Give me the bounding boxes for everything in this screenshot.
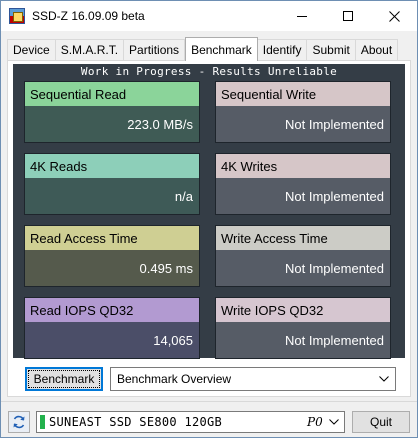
read-access-time-card: Read Access Time 0.495 ms <box>24 225 200 287</box>
card-title: Write IOPS QD32 <box>216 298 390 322</box>
card-value: Not Implemented <box>216 178 390 214</box>
benchmark-results-panel: Work in Progress - Results Unreliable Se… <box>13 64 405 359</box>
tab-partitions[interactable]: Partitions <box>124 39 186 60</box>
card-value: n/a <box>25 178 199 214</box>
card-value: Not Implemented <box>216 322 390 358</box>
card-title: Read IOPS QD32 <box>25 298 199 322</box>
tab-identify[interactable]: Identify <box>257 39 308 60</box>
card-value: 0.495 ms <box>25 250 199 286</box>
sequential-write-card: Sequential Write Not Implemented <box>215 81 391 143</box>
4k-writes-card: 4K Writes Not Implemented <box>215 153 391 215</box>
refresh-button[interactable] <box>8 411 30 433</box>
maximize-button[interactable] <box>325 1 371 31</box>
tab-benchmark[interactable]: Benchmark <box>185 37 258 61</box>
card-title: 4K Reads <box>25 154 199 178</box>
chevron-down-icon <box>327 415 341 429</box>
drive-name: SUNEAST SSD SE800 120GB <box>49 415 223 429</box>
tab-smart[interactable]: S.M.A.R.T. <box>55 39 125 60</box>
read-iops-card: Read IOPS QD32 14,065 <box>24 297 200 359</box>
card-title: Write Access Time <box>216 226 390 250</box>
card-title: Sequential Write <box>216 82 390 106</box>
benchmark-mode-select[interactable]: Benchmark Overview <box>110 367 396 391</box>
card-title: 4K Writes <box>216 154 390 178</box>
card-value: Not Implemented <box>216 250 390 286</box>
unreliable-results-banner: Work in Progress - Results Unreliable <box>80 65 338 78</box>
tab-submit[interactable]: Submit <box>307 39 356 60</box>
run-benchmark-label: Benchmark <box>27 370 101 388</box>
refresh-icon <box>13 415 25 429</box>
sequential-read-card: Sequential Read 223.0 MB/s <box>24 81 200 143</box>
benchmark-mode-value: Benchmark Overview <box>117 372 232 386</box>
maximize-icon <box>343 11 353 21</box>
app-window: SSD-Z 16.09.09 beta Device S.M.A.R.T. Pa… <box>0 0 418 438</box>
write-iops-card: Write IOPS QD32 Not Implemented <box>215 297 391 359</box>
write-access-time-card: Write Access Time Not Implemented <box>215 225 391 287</box>
card-value: 14,065 <box>25 322 199 358</box>
tab-about[interactable]: About <box>355 39 399 60</box>
4k-reads-card: 4K Reads n/a <box>24 153 200 215</box>
chevron-down-icon <box>377 372 391 386</box>
drive-status-led <box>40 415 45 429</box>
minimize-button[interactable] <box>279 1 325 31</box>
window-title: SSD-Z 16.09.09 beta <box>32 9 145 23</box>
drive-select[interactable]: SUNEAST SSD SE800 120GB P0 <box>36 411 345 433</box>
tab-strip: Device S.M.A.R.T. Partitions Benchmark I… <box>7 37 399 61</box>
quit-button[interactable]: Quit <box>352 411 410 433</box>
card-value: 223.0 MB/s <box>25 106 199 142</box>
tab-device[interactable]: Device <box>7 39 56 60</box>
close-icon <box>388 10 400 22</box>
minimize-icon <box>297 15 307 17</box>
status-bar: SUNEAST SSD SE800 120GB P0 Quit <box>1 401 417 437</box>
ssd-z-app-icon <box>9 8 25 24</box>
close-button[interactable] <box>371 1 417 31</box>
drive-port: P0 <box>307 415 323 429</box>
run-benchmark-button[interactable]: Benchmark <box>25 367 103 391</box>
card-title: Read Access Time <box>25 226 199 250</box>
card-title: Sequential Read <box>25 82 199 106</box>
card-value: Not Implemented <box>216 106 390 142</box>
title-bar: SSD-Z 16.09.09 beta <box>1 1 417 31</box>
